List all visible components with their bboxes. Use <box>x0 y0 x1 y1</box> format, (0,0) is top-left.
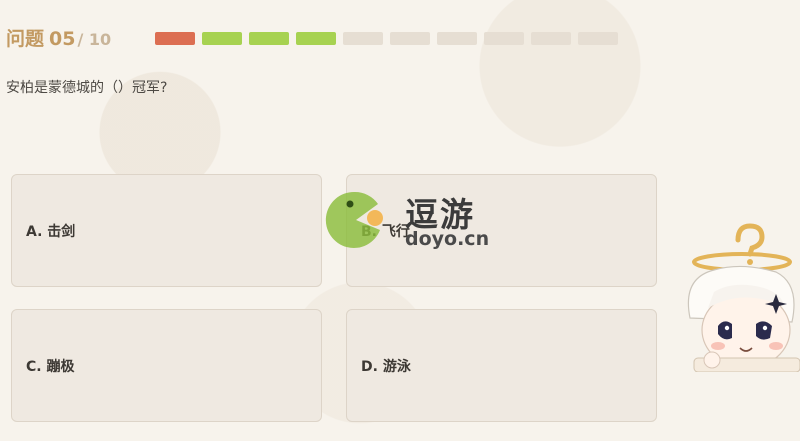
progress-segment <box>437 32 477 45</box>
progress-segment <box>343 32 383 45</box>
progress-bar <box>155 32 618 45</box>
progress-segment <box>484 32 524 45</box>
question-current-number: 05 <box>49 28 76 50</box>
watermark-text-en: doyo.cn <box>405 228 490 250</box>
question-label: 问题 <box>6 28 45 50</box>
option-d-button[interactable]: D. 游泳 <box>346 309 657 422</box>
question-counter: 问题 05 / 10 <box>6 24 111 51</box>
option-b-button[interactable]: B. 飞行 <box>346 174 657 287</box>
progress-segment <box>531 32 571 45</box>
progress-segment <box>202 32 242 45</box>
progress-segment <box>578 32 618 45</box>
option-a-button[interactable]: A. 击剑 <box>11 174 322 287</box>
progress-segment <box>155 32 195 45</box>
question-text: 安柏是蒙德城的（）冠军? <box>6 80 168 96</box>
progress-segment <box>249 32 289 45</box>
option-c-button[interactable]: C. 蹦极 <box>11 309 322 422</box>
progress-segment <box>296 32 336 45</box>
progress-segment <box>390 32 430 45</box>
question-total: / 10 <box>77 30 112 49</box>
watermark-logo-icon <box>325 191 383 248</box>
paimon-mascot-icon <box>687 223 800 372</box>
